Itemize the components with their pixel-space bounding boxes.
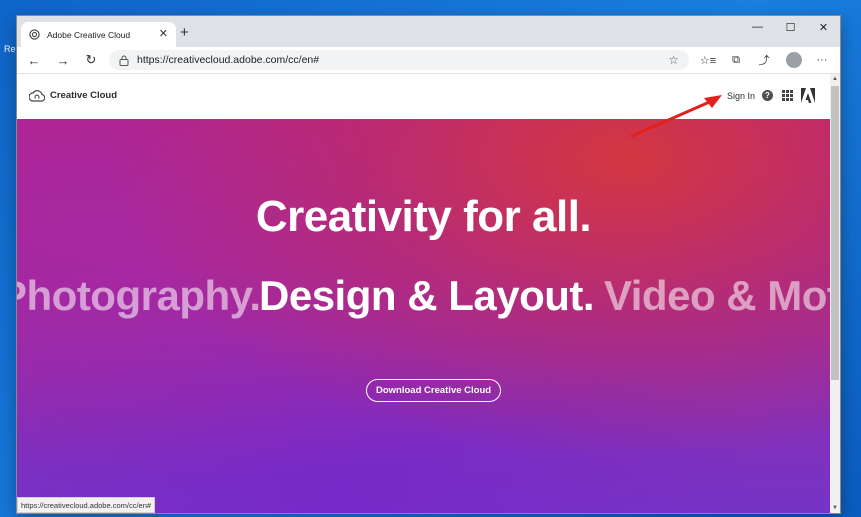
minimize-button[interactable]: — bbox=[741, 16, 774, 38]
browser-toolbar: ← → ↻ https://creativecloud.adobe.com/cc… bbox=[17, 47, 840, 74]
carousel-item-design-layout: Design & Layout. bbox=[259, 272, 595, 319]
brand-name[interactable]: Creative Cloud bbox=[50, 90, 117, 101]
favorites-icon[interactable]: ☆≡ bbox=[700, 52, 716, 68]
address-bar[interactable]: https://creativecloud.adobe.com/cc/en# ☆ bbox=[109, 50, 689, 70]
hero-carousel: Photography. Design & Layout. Video & Mo… bbox=[17, 272, 830, 322]
creative-cloud-logo-icon[interactable] bbox=[29, 89, 45, 103]
adobe-logo-icon[interactable] bbox=[801, 88, 815, 103]
settings-menu-icon[interactable]: ··· bbox=[814, 52, 830, 68]
tab-strip: Adobe Creative Cloud ✕ + — ☐ ✕ bbox=[17, 16, 840, 47]
sign-in-link[interactable]: Sign In bbox=[727, 91, 755, 101]
creative-cloud-favicon-icon bbox=[29, 29, 40, 40]
collections-icon[interactable]: ⧉ bbox=[728, 52, 744, 68]
favorite-star-icon[interactable]: ☆ bbox=[668, 53, 679, 67]
window-controls: — ☐ ✕ bbox=[741, 16, 840, 47]
refresh-button[interactable]: ↻ bbox=[82, 51, 100, 69]
tab-close-icon[interactable]: ✕ bbox=[159, 29, 168, 40]
close-window-button[interactable]: ✕ bbox=[807, 16, 840, 38]
scroll-thumb[interactable] bbox=[831, 86, 839, 380]
back-button[interactable]: ← bbox=[25, 51, 43, 69]
share-icon[interactable]: ⤴ bbox=[756, 52, 772, 68]
annotation-arrow-icon bbox=[630, 95, 722, 138]
browser-window: Adobe Creative Cloud ✕ + — ☐ ✕ ← → ↻ htt… bbox=[17, 16, 840, 513]
lock-icon bbox=[119, 55, 129, 66]
forward-button[interactable]: → bbox=[54, 51, 72, 69]
new-tab-button[interactable]: + bbox=[180, 25, 189, 40]
download-creative-cloud-button[interactable]: Download Creative Cloud bbox=[366, 379, 502, 402]
status-bar-url: https://creativecloud.adobe.com/cc/en# bbox=[17, 497, 156, 513]
carousel-item-video-motion: Video & Motion. bbox=[604, 272, 830, 319]
maximize-button[interactable]: ☐ bbox=[774, 16, 807, 38]
tab-adobe-creative-cloud[interactable]: Adobe Creative Cloud ✕ bbox=[21, 22, 176, 47]
address-url: https://creativecloud.adobe.com/cc/en# bbox=[137, 54, 320, 66]
help-icon[interactable]: ? bbox=[762, 90, 773, 101]
tab-title: Adobe Creative Cloud bbox=[47, 29, 131, 40]
scroll-up-icon[interactable]: ▲ bbox=[830, 74, 840, 84]
hero-banner: Creativity for all. Photography. Design … bbox=[17, 119, 830, 513]
scroll-down-icon[interactable]: ▼ bbox=[830, 503, 840, 513]
profile-avatar[interactable] bbox=[786, 52, 802, 68]
hero-title: Creativity for all. bbox=[255, 192, 592, 241]
apps-grid-icon[interactable] bbox=[782, 90, 793, 101]
carousel-item-photography: Photography. bbox=[17, 272, 261, 319]
page-scrollbar[interactable]: ▲ ▼ bbox=[830, 74, 840, 513]
desktop-edge-label: Re bbox=[4, 44, 16, 54]
